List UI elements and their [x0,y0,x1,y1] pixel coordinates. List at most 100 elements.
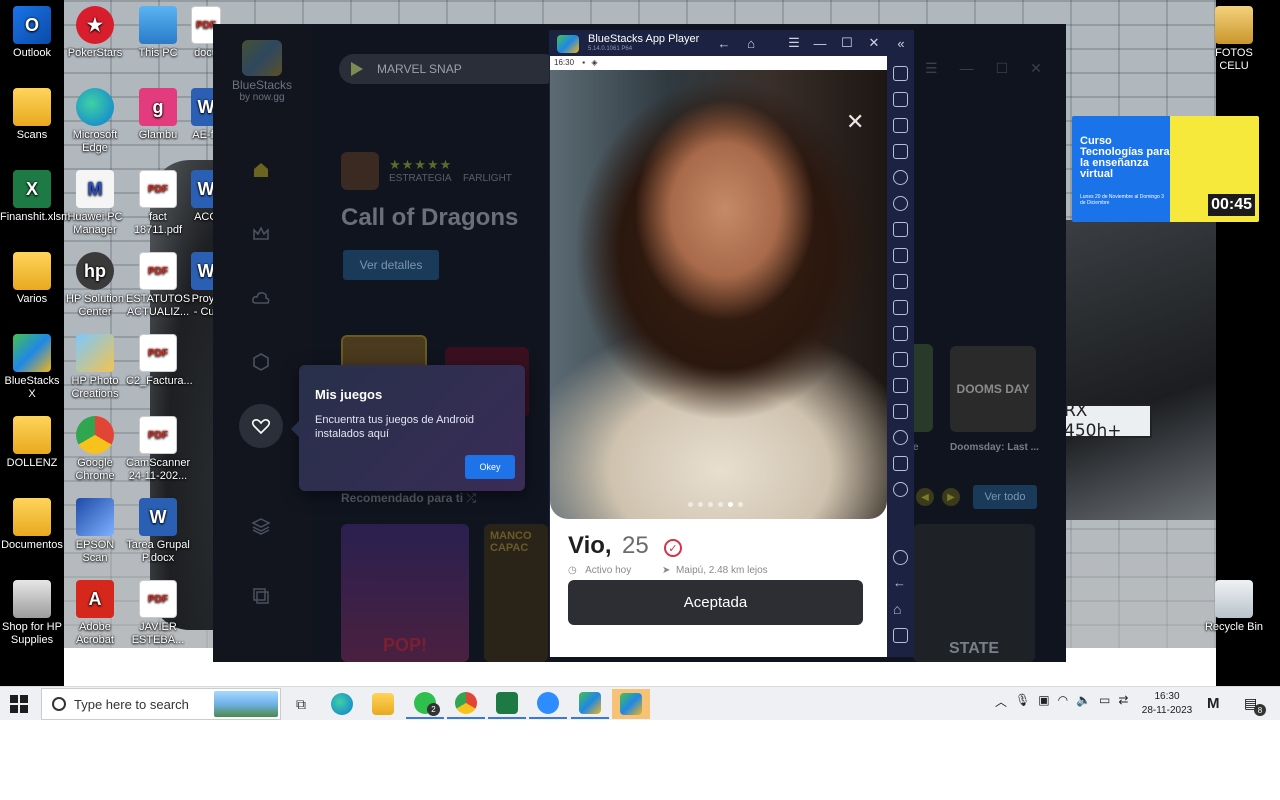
desktop-icon-adobe[interactable]: A Adobe Acrobat [63,580,127,647]
chevron-up-icon[interactable]: ︿ [995,693,1007,710]
desktop-icon-chrome[interactable]: Google Chrome [63,416,127,483]
desktop-icon-recycle-bin[interactable]: Recycle Bin [1202,580,1266,634]
apk-icon[interactable] [893,248,908,263]
pager-dot[interactable] [708,502,713,507]
taskbar-edge[interactable] [323,689,361,719]
record-icon[interactable] [893,300,908,315]
maximize-icon[interactable]: ☐ [996,60,1009,77]
shuffle-icon[interactable]: ⤮ [466,491,476,505]
desktop-icon-hp-solution[interactable]: hp HP Solution Center [63,252,127,319]
network-icon[interactable]: ⇄ [1118,693,1128,710]
desktop-icon-c2-factura[interactable]: PDF C2_Factura... [126,334,193,388]
collapse-sidebar-icon[interactable]: « [892,34,910,52]
taskbar-file-explorer[interactable] [364,689,402,719]
nav-home[interactable] [239,148,283,192]
recommended-game-card[interactable]: POP! [341,524,469,662]
desktop-icon-hp-supplies[interactable]: Shop for HP Supplies [0,580,64,647]
desktop-icon-varios[interactable]: Varios [0,252,64,306]
pager-dot[interactable] [698,502,703,507]
multi-instance-icon[interactable] [893,378,908,393]
gamepad-icon[interactable] [893,222,908,237]
pager-dot[interactable] [718,502,723,507]
eraser-icon[interactable] [893,404,908,419]
home-icon[interactable]: ⌂ [893,602,908,617]
featured-game-thumbnail[interactable] [341,152,379,190]
taskbar-clock[interactable]: 16:30 28-11-2023 [1138,690,1196,718]
tooltip-ok-button[interactable]: Okey [465,455,515,479]
desktop-icon-edge[interactable]: Microsoft Edge [63,88,127,155]
menu-icon[interactable]: ☰ [785,34,803,52]
close-icon[interactable]: ✕ [865,34,883,52]
taskbar-bluestacks-x[interactable] [571,689,609,719]
microphone-icon[interactable]: 🎙 [1015,693,1030,710]
pager-dot[interactable] [728,502,733,507]
battery-icon[interactable]: ▭ [1099,693,1110,710]
desktop-icon-camscanner[interactable]: PDF CamScanner 24-11-202... [126,416,190,483]
start-button[interactable] [10,695,28,713]
desktop-icon-javier[interactable]: PDF JAVIER ESTEBA... [126,580,190,647]
game-card-doomsday[interactable]: DOOMS DAY [950,346,1036,432]
see-all-button[interactable]: Ver todo [973,485,1037,509]
desktop-icon-huawei[interactable]: M Huawei PC Manager [63,170,127,237]
rotate-icon[interactable] [893,196,908,211]
course-ad[interactable]: Curso Tecnologías para la enseñanza virt… [1072,116,1259,222]
close-icon[interactable]: ✕ [1030,60,1042,77]
desktop-icon-fact-pdf[interactable]: PDF fact 18711.pdf [126,170,190,237]
gallery-icon[interactable] [893,326,908,341]
nav-w3[interactable] [239,340,283,384]
desktop-icon-documentos[interactable]: Documentos [0,498,64,552]
arrow-left-icon[interactable]: ◀ [916,488,934,506]
airplane-icon[interactable] [893,352,908,367]
desktop-icon-estatutos[interactable]: PDF ESTATUTOS ACTUALIZ... [126,252,190,319]
desktop-icon-dollenz[interactable]: DOLLENZ [0,416,64,470]
back-icon[interactable]: ← [893,576,908,591]
notification-center-button[interactable]: ▤ 8 [1244,695,1266,716]
huawei-tray-icon[interactable]: M [1207,695,1220,712]
keyboard-icon[interactable] [893,144,908,159]
minimize-icon[interactable]: — [811,34,829,52]
desktop-icon-scans[interactable]: Scans [0,88,64,142]
media-icon[interactable] [893,118,908,133]
minimize-icon[interactable]: — [960,60,974,77]
fullscreen-icon[interactable] [893,66,908,81]
details-button[interactable]: Ver detalles [343,250,439,280]
desktop-icon-epson[interactable]: EPSON Scan [63,498,127,565]
desktop-icon-hp-photo[interactable]: HP Photo Creations [63,334,127,401]
screenshot-icon[interactable] [893,274,908,289]
taskbar-bluestacks-player[interactable] [612,689,650,719]
menu-icon[interactable]: ☰ [925,60,938,77]
desktop-icon-glambu[interactable]: g Glambu [126,88,190,142]
volume-icon[interactable] [893,92,908,107]
recommended-game-card[interactable]: STATE [913,524,1035,662]
taskbar-search[interactable]: Type here to search [41,688,281,720]
desktop-icon-bluestacks-x[interactable]: BlueStacks X [0,334,64,401]
location-icon[interactable] [893,430,908,445]
taskbar-excel[interactable] [488,689,526,719]
speaker-icon[interactable]: 🔈 [1076,693,1091,710]
arrow-right-icon[interactable]: ▶ [942,488,960,506]
macro-icon[interactable] [893,482,908,497]
display-icon[interactable]: ▣ [1038,693,1049,710]
nav-my-games[interactable] [239,404,283,448]
pager-dot[interactable] [738,502,743,507]
wifi-icon[interactable]: ◠ [1058,693,1068,710]
accept-button[interactable]: Aceptada [568,580,863,625]
recent-apps-icon[interactable] [893,628,908,643]
play-icon[interactable] [893,170,908,185]
layers-icon[interactable] [893,456,908,471]
recommended-game-card[interactable]: MANCO CAPAC [484,524,548,662]
desktop-icon-pokerstars[interactable]: ★ PokerStars [63,6,127,60]
desktop-icon-finanshit[interactable]: X Finanshit.xlsm [0,170,70,224]
desktop-icon-fotos-celu[interactable]: FOTOS CELU [1202,6,1266,73]
maximize-icon[interactable]: ☐ [838,34,856,52]
gear-icon[interactable] [893,550,908,565]
nav-multi-instance[interactable] [239,574,283,618]
task-view-button[interactable]: ⧉ [282,689,320,719]
desktop-icon-outlook[interactable]: O Outlook [0,6,64,60]
nav-cloud[interactable] [239,276,283,320]
taskbar-chrome[interactable] [447,689,485,719]
nav-crown[interactable] [239,212,283,256]
launcher-search[interactable]: MARVEL SNAP [339,54,559,84]
nav-layers[interactable] [239,504,283,548]
desktop-icon-this-pc[interactable]: This PC [126,6,190,60]
